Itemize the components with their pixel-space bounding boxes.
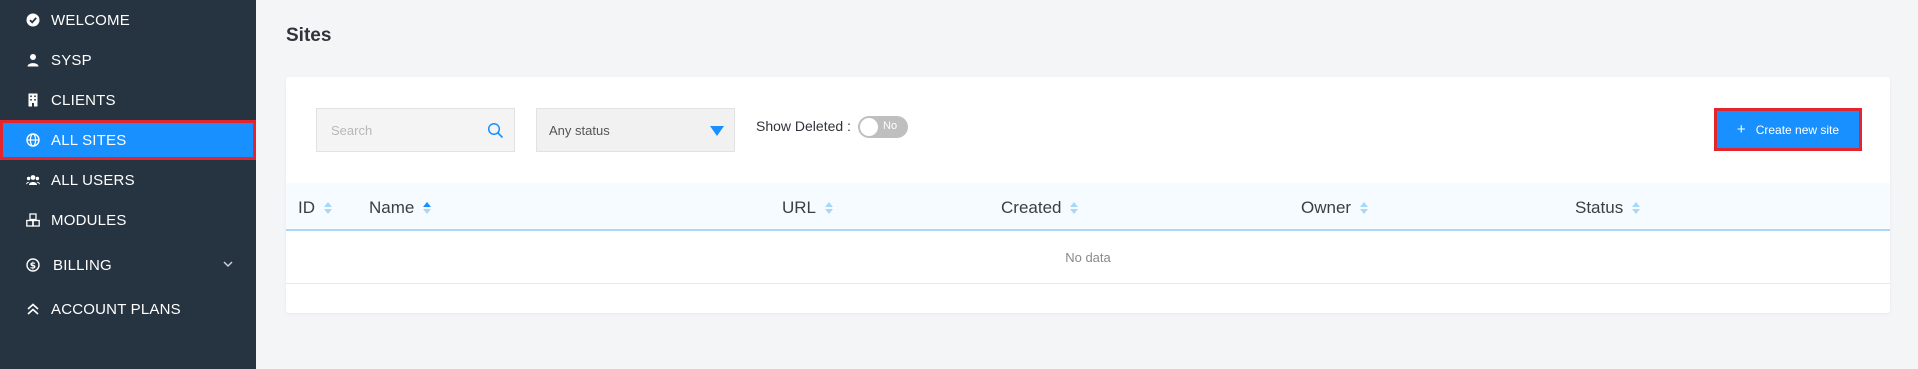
sort-icon[interactable] <box>1360 202 1369 214</box>
toggle-state-text: No <box>883 120 898 132</box>
sidebar-item-sysp[interactable]: SYSP <box>0 40 256 80</box>
column-label: ID <box>298 198 315 217</box>
column-label: Created <box>1001 198 1062 217</box>
column-header-status[interactable]: Status <box>1575 198 1641 218</box>
svg-text:$: $ <box>30 261 36 271</box>
empty-state: No data <box>286 231 1890 284</box>
table-header: ID Name URL Created Owner Status <box>286 183 1890 231</box>
column-label: URL <box>782 198 817 217</box>
sidebar-item-label: SYSP <box>51 51 92 69</box>
user-icon <box>26 53 40 67</box>
sidebar-item-label: MODULES <box>51 211 127 229</box>
sidebar-item-all-users[interactable]: ALL USERS <box>0 160 256 200</box>
chevron-down-icon <box>222 257 236 271</box>
create-site-label: Create new site <box>1755 122 1840 137</box>
sidebar-item-account-plans[interactable]: ACCOUNT PLANS <box>0 289 256 329</box>
toggle-knob <box>860 118 878 136</box>
status-select[interactable]: Any status <box>536 108 735 152</box>
sidebar-item-welcome[interactable]: WELCOME <box>0 0 256 40</box>
column-label: Name <box>369 198 415 217</box>
caret-down-icon <box>710 126 724 136</box>
show-deleted-label: Show Deleted : <box>756 118 851 134</box>
users-icon <box>26 173 40 187</box>
sidebar: WELCOME SYSP CLIENTS ALL SITES ALL USERS… <box>0 0 256 369</box>
search-field[interactable] <box>316 108 515 152</box>
sort-icon[interactable] <box>1070 202 1079 214</box>
sidebar-item-billing[interactable]: $ BILLING <box>0 244 256 286</box>
sidebar-item-modules[interactable]: MODULES <box>0 200 256 240</box>
sidebar-item-label: BILLING <box>53 256 112 274</box>
dollar-circle-icon: $ <box>26 258 40 272</box>
sort-icon[interactable] <box>825 202 834 214</box>
sort-icon[interactable] <box>324 202 332 214</box>
sidebar-item-label: ALL USERS <box>51 171 135 189</box>
sidebar-item-label: ACCOUNT PLANS <box>51 300 181 318</box>
column-header-created[interactable]: Created <box>1001 198 1079 218</box>
column-header-owner[interactable]: Owner <box>1301 198 1369 218</box>
status-select-value: Any status <box>549 122 610 138</box>
sort-icon[interactable] <box>423 202 432 214</box>
sites-card: Any status Show Deleted : No + Create ne… <box>286 77 1890 313</box>
sidebar-item-clients[interactable]: CLIENTS <box>0 80 256 120</box>
column-label: Owner <box>1301 198 1352 217</box>
sidebar-item-label: ALL SITES <box>51 131 127 149</box>
show-deleted-toggle[interactable]: No <box>858 116 908 138</box>
create-site-button[interactable]: + Create new site <box>1714 108 1862 151</box>
sort-icon[interactable] <box>1632 202 1641 214</box>
cubes-icon <box>26 213 40 227</box>
column-header-url[interactable]: URL <box>782 198 834 218</box>
sidebar-item-label: WELCOME <box>51 11 130 29</box>
column-header-id[interactable]: ID <box>298 198 332 218</box>
column-header-name[interactable]: Name <box>369 198 432 218</box>
building-icon <box>26 93 40 107</box>
double-chevron-up-icon <box>26 302 40 316</box>
column-label: Status <box>1575 198 1624 217</box>
plus-icon: + <box>1736 121 1746 138</box>
sidebar-item-all-sites[interactable]: ALL SITES <box>0 120 256 160</box>
page-title: Sites <box>286 25 332 46</box>
search-icon[interactable] <box>487 122 504 139</box>
search-input[interactable] <box>331 122 481 138</box>
sidebar-item-label: CLIENTS <box>51 91 116 109</box>
globe-icon <box>26 133 40 147</box>
check-circle-icon <box>26 13 40 27</box>
